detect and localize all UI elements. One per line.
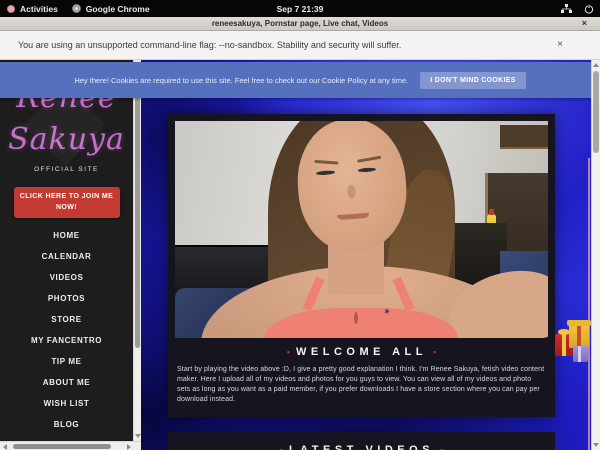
site-tagline: OFFICIAL SITE bbox=[0, 166, 133, 173]
sidebar-content: Renee Sakuya OFFICIAL SITE CLICK HERE TO… bbox=[0, 60, 133, 441]
welcome-panel: • WELCOME ALL • Start by playing the video… bbox=[168, 114, 555, 417]
edge-accent-line bbox=[588, 158, 590, 450]
sidebar-horizontal-scrollbar[interactable] bbox=[0, 441, 141, 450]
sidebar-item-home[interactable]: HOME bbox=[0, 225, 133, 246]
screen: Activities Google Chrome Sep 7 21:39 bbox=[0, 0, 600, 450]
gnome-top-bar: Activities Google Chrome Sep 7 21:39 bbox=[0, 0, 600, 17]
heading-marker-icon: • bbox=[440, 445, 443, 450]
cookie-banner: Hey there! Cookies are required to use t… bbox=[0, 62, 600, 98]
eyebrow-right bbox=[357, 155, 381, 162]
heading-marker-icon: • bbox=[287, 347, 290, 357]
sidebar-item-store[interactable]: STORE bbox=[0, 309, 133, 330]
cookie-accept-button[interactable]: I DON'T MIND COOKIES bbox=[420, 72, 525, 89]
cookie-message: Hey there! Cookies are required to use t… bbox=[74, 76, 408, 85]
infobar-close-icon[interactable]: × bbox=[557, 39, 563, 50]
flag-warning-bar: You are using an unsupported command-lin… bbox=[0, 31, 600, 60]
latest-videos-panel: • LATEST VIDEOS • bbox=[168, 432, 555, 450]
nose bbox=[347, 185, 357, 199]
sidebar-item-my-fancentro[interactable]: MY FANCENTRO bbox=[0, 330, 133, 351]
activities-indicator-icon bbox=[7, 5, 15, 13]
sidebar-item-photos[interactable]: PHOTOS bbox=[0, 288, 133, 309]
page-scrollbar[interactable] bbox=[591, 60, 600, 450]
welcome-paragraph: Start by playing the video above :D, I g… bbox=[177, 365, 546, 405]
window-titlebar[interactable]: reneesakuya, Pornstar page, Live chat, V… bbox=[0, 17, 600, 31]
sidebar-item-calendar[interactable]: CALENDAR bbox=[0, 246, 133, 267]
eyebrow-left bbox=[315, 159, 339, 164]
sidebar-item-tip-me[interactable]: TIP ME bbox=[0, 351, 133, 372]
power-icon[interactable] bbox=[584, 4, 594, 14]
activities-label: Activities bbox=[20, 4, 58, 14]
heading-marker-icon: • bbox=[433, 347, 436, 357]
scroll-up-arrow-icon[interactable] bbox=[593, 63, 599, 67]
sidebar-item-videos[interactable]: VIDEOS bbox=[0, 267, 133, 288]
welcome-title-text: WELCOME ALL bbox=[296, 346, 427, 358]
sidebar-item-wish-list[interactable]: WISH LIST bbox=[0, 393, 133, 414]
sidebar-hscroll-thumb[interactable] bbox=[13, 444, 111, 449]
network-icon[interactable] bbox=[561, 4, 572, 14]
sidebar-scroll-down-arrow-icon[interactable] bbox=[135, 434, 141, 438]
chest-shadow bbox=[354, 312, 358, 324]
heading-marker-icon: • bbox=[280, 445, 283, 450]
eye-left bbox=[317, 170, 336, 175]
app-menu-button[interactable]: Google Chrome bbox=[72, 4, 150, 14]
chrome-icon bbox=[72, 4, 81, 13]
page-viewport: Hey there! Cookies are required to use t… bbox=[0, 60, 600, 450]
page-scrollbar-thumb[interactable] bbox=[593, 71, 599, 153]
welcome-heading: • WELCOME ALL • bbox=[175, 346, 548, 358]
sidebar-scroll-right-arrow-icon[interactable] bbox=[127, 444, 131, 450]
sidebar-scroll-left-arrow-icon[interactable] bbox=[3, 444, 7, 450]
gift-yellow-icon bbox=[569, 324, 589, 348]
sidebar-vscroll-thumb[interactable] bbox=[135, 78, 140, 348]
window-title: reneesakuya, Pornstar page, Live chat, V… bbox=[212, 19, 388, 28]
video-player[interactable] bbox=[175, 121, 548, 338]
sidebar-item-blog[interactable]: BLOG bbox=[0, 414, 133, 435]
sidebar-item-about-me[interactable]: ABOUT ME bbox=[0, 372, 133, 393]
sidebar: Renee Sakuya OFFICIAL SITE CLICK HERE TO… bbox=[0, 60, 141, 450]
sidebar-nav: HOME CALENDAR VIDEOS PHOTOS STORE MY FAN… bbox=[0, 225, 133, 435]
gift-purple-icon bbox=[573, 346, 588, 362]
flag-warning-message: You are using an unsupported command-lin… bbox=[18, 40, 401, 50]
sidebar-vertical-scrollbar[interactable] bbox=[133, 60, 141, 441]
latest-videos-heading: • LATEST VIDEOS • bbox=[168, 444, 555, 450]
window-close-icon[interactable]: × bbox=[582, 18, 587, 28]
eye-right bbox=[358, 167, 377, 172]
activities-button[interactable]: Activities bbox=[7, 4, 58, 14]
app-menu-label: Google Chrome bbox=[86, 4, 150, 14]
video-shelf bbox=[500, 125, 548, 149]
mouth bbox=[337, 213, 370, 220]
latest-title-text: LATEST VIDEOS bbox=[289, 444, 434, 450]
scroll-down-arrow-icon[interactable] bbox=[593, 443, 599, 447]
gift-widget[interactable] bbox=[555, 322, 593, 364]
join-now-button[interactable]: CLICK HERE TO JOIN ME NOW! bbox=[14, 187, 120, 218]
